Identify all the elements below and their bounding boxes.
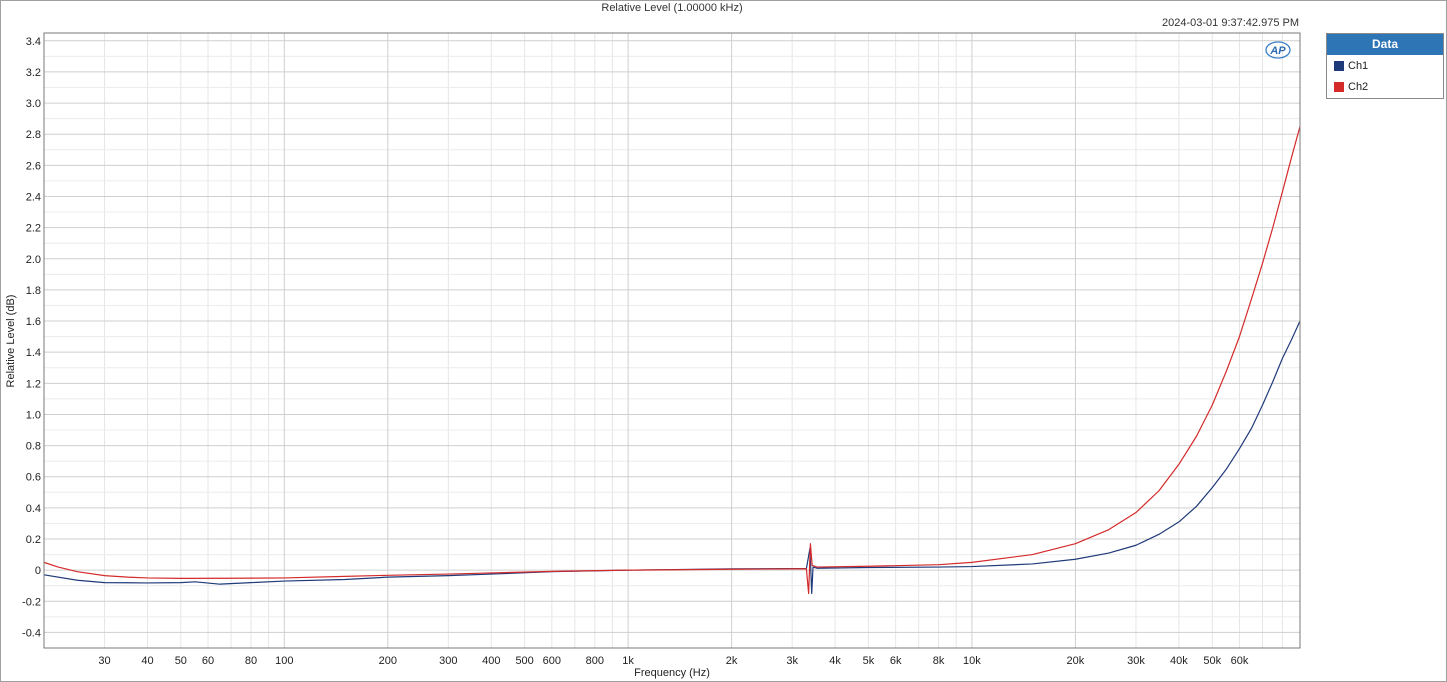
- x-tick-label: 2k: [726, 655, 738, 667]
- y-tick-label: 0.6: [26, 472, 41, 484]
- x-tick-label: 30k: [1127, 655, 1145, 667]
- x-tick-label: 40: [141, 655, 153, 667]
- x-axis-label: Frequency (Hz): [634, 667, 710, 679]
- x-tick-label: 5k: [863, 655, 875, 667]
- y-tick-label: 3.0: [26, 98, 41, 110]
- legend-item-ch2[interactable]: Ch2: [1327, 76, 1443, 97]
- x-tick-label: 40k: [1170, 655, 1188, 667]
- y-tick-label: 0.2: [26, 534, 41, 546]
- y-tick-label: 3.4: [26, 36, 41, 48]
- y-tick-labels: -0.4 -0.2 0 0.2 0.4 0.6 0.8 1.0 1.2 1.4 1.6 1.8 2.0 2…: [22, 36, 41, 640]
- y-tick-label: 0.8: [26, 441, 41, 453]
- y-axis-label: Relative Level (dB): [5, 295, 17, 388]
- x-tick-label: 3k: [786, 655, 798, 667]
- legend-label-ch2: Ch2: [1348, 80, 1369, 93]
- x-tick-label: 600: [543, 655, 561, 667]
- x-tick-label: 6k: [890, 655, 902, 667]
- y-tick-label: 2.8: [26, 129, 41, 141]
- x-tick-label: 8k: [933, 655, 945, 667]
- legend-swatch-ch2: [1334, 81, 1344, 92]
- y-tick-label: -0.4: [22, 627, 41, 639]
- x-tick-label: 60: [202, 655, 214, 667]
- legend-title: Data: [1327, 34, 1443, 55]
- y-tick-label: 1.2: [26, 378, 41, 390]
- x-tick-label: 50: [175, 655, 187, 667]
- x-tick-label: 20k: [1067, 655, 1085, 667]
- x-tick-label: 30: [98, 655, 110, 667]
- x-tick-label: 400: [482, 655, 500, 667]
- x-tick-labels: 30 40 50 60 80 100 200 300 400 500 600 800 1k 2k 3k 4k 5…: [98, 655, 1248, 667]
- x-tick-label: 80: [245, 655, 257, 667]
- y-tick-label: 2.6: [26, 160, 41, 172]
- legend-swatch-ch1: [1334, 60, 1344, 71]
- legend-item-ch1[interactable]: Ch1: [1327, 55, 1443, 76]
- y-tick-label: 2.0: [26, 254, 41, 266]
- y-tick-label: 0: [35, 565, 41, 577]
- svg-text:AP: AP: [1269, 45, 1286, 57]
- y-tick-label: 2.2: [26, 223, 41, 235]
- plot-background: [44, 33, 1300, 648]
- chart-title: Relative Level (1.00000 kHz): [601, 2, 742, 14]
- y-tick-label: 3.2: [26, 67, 41, 79]
- x-tick-label: 800: [586, 655, 604, 667]
- x-tick-label: 200: [379, 655, 397, 667]
- x-tick-label: 60k: [1231, 655, 1249, 667]
- chart-timestamp: 2024-03-01 9:37:42.975 PM: [1162, 17, 1299, 29]
- y-tick-label: 1.8: [26, 285, 41, 297]
- x-tick-label: 50k: [1203, 655, 1221, 667]
- legend-label-ch1: Ch1: [1348, 59, 1369, 72]
- y-tick-label: 0.4: [26, 503, 41, 515]
- x-tick-label: 1k: [622, 655, 634, 667]
- y-tick-label: 2.4: [26, 191, 41, 203]
- y-tick-label: 1.6: [26, 316, 41, 328]
- x-tick-label: 4k: [829, 655, 841, 667]
- legend: Data Ch1 Ch2: [1326, 33, 1444, 99]
- chart-plot: Relative Level (1.00000 kHz) 2024-03-01 …: [5, 2, 1301, 679]
- x-tick-label: 10k: [963, 655, 981, 667]
- x-tick-label: 100: [275, 655, 293, 667]
- x-tick-label: 300: [439, 655, 457, 667]
- x-tick-label: 500: [515, 655, 533, 667]
- y-tick-label: 1.0: [26, 409, 41, 421]
- y-tick-label: 1.4: [26, 347, 41, 359]
- y-tick-label: -0.2: [22, 596, 41, 608]
